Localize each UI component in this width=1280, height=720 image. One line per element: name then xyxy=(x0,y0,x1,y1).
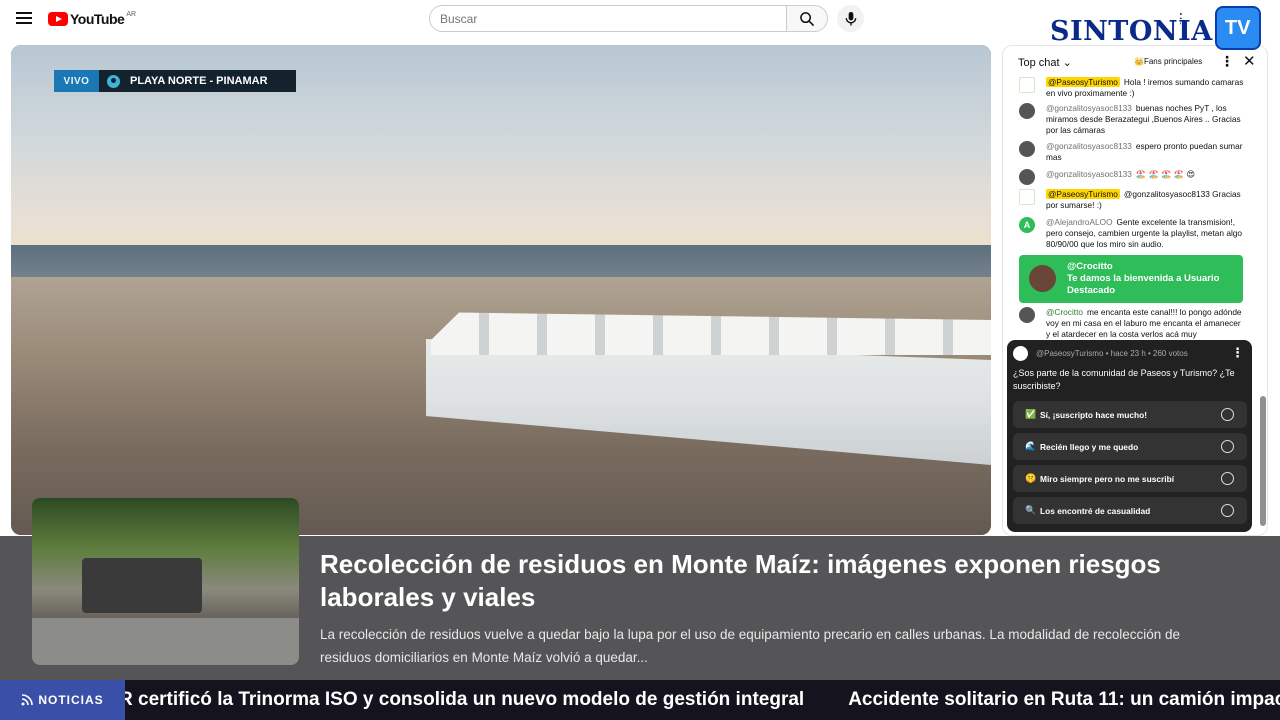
search-icon xyxy=(800,11,815,26)
thumbnail-road xyxy=(32,618,299,665)
thumbnail-cart xyxy=(82,558,202,613)
beach-tents xyxy=(426,285,991,505)
chat-author[interactable]: @PaseosyTurismo xyxy=(1046,189,1120,199)
voice-search-button[interactable] xyxy=(837,5,864,32)
poll-option-label: Los encontré de casualidad xyxy=(1040,505,1151,516)
welcome-text: Te damos la bienvenida a Usuario Destaca… xyxy=(1067,273,1220,296)
chat-message: @Crocitto me encanta este canal!!! lo pon… xyxy=(1019,307,1244,340)
chat-message: @gonzalitosyasoc8133 buenas noches PyT , … xyxy=(1019,103,1244,136)
fans-principales-button[interactable]: 👑Fans principales xyxy=(1134,57,1202,66)
news-thumbnail[interactable] xyxy=(32,498,299,665)
search-input[interactable] xyxy=(429,5,787,32)
tent-roofs xyxy=(431,312,991,355)
poll-card: @PaseosyTurismo • hace 23 h • 260 votos … xyxy=(1007,340,1252,532)
chat-message: A @AlejandroALOO Gente excelente la trans… xyxy=(1019,217,1244,250)
chat-options-icon[interactable]: ⋮ xyxy=(1220,53,1234,70)
ticker-label: NOTICIAS xyxy=(0,680,125,720)
youtube-logo[interactable]: YouTube AR xyxy=(48,11,136,27)
poll-radio[interactable] xyxy=(1221,408,1234,421)
shush-icon: 🤫 xyxy=(1025,473,1037,483)
rss-icon xyxy=(21,694,34,706)
welcome-user[interactable]: @Crocitto xyxy=(1067,261,1243,273)
location-label: PLAYA NORTE - PINAMAR xyxy=(99,70,296,92)
avatar xyxy=(1029,265,1056,292)
poll-meta: @PaseosyTurismo • hace 23 h • 260 votos xyxy=(1036,349,1188,358)
poll-radio[interactable] xyxy=(1221,440,1234,453)
microphone-icon xyxy=(845,11,856,26)
sintonia-tv-logo: SINTONIA TV xyxy=(1050,6,1261,50)
chat-author[interactable]: @Crocitto xyxy=(1046,307,1083,317)
chevron-down-icon: ⌄ xyxy=(1062,56,1072,69)
location-pin-icon xyxy=(107,74,120,88)
chat-author[interactable]: @AlejandroALOO xyxy=(1046,217,1113,227)
chat-text: 🏖️ 🏖️ 🏖️ 🏖️ 😍 xyxy=(1135,169,1196,179)
youtube-region-code: AR xyxy=(126,10,137,18)
youtube-logo-text: YouTube xyxy=(70,11,125,27)
news-ticker: NOTICIAS R certificó la Trinorma ISO y c… xyxy=(0,680,1280,720)
avatar xyxy=(1019,141,1035,157)
check-icon: ✅ xyxy=(1025,409,1037,419)
news-headline[interactable]: Recolección de residuos en Monte Maíz: i… xyxy=(320,548,1220,614)
chat-scrollbar[interactable] xyxy=(1260,396,1266,526)
poll-options-icon[interactable]: ⋮ xyxy=(1231,345,1244,361)
poll-question: ¿Sos parte de la comunidad de Paseos y T… xyxy=(1013,368,1235,391)
video-player[interactable]: VIVO PLAYA NORTE - PINAMAR xyxy=(11,45,991,535)
chat-mode-label: Top chat xyxy=(1018,56,1060,69)
poll-header: @PaseosyTurismo • hace 23 h • 260 votos xyxy=(1013,346,1188,361)
chat-author[interactable]: @gonzalitosyasoc8133 xyxy=(1046,103,1132,113)
avatar xyxy=(1019,169,1035,185)
chat-message: @gonzalitosyasoc8133 🏖️ 🏖️ 🏖️ 🏖️ 😍 xyxy=(1019,169,1244,185)
avatar xyxy=(1019,189,1035,205)
poll-radio[interactable] xyxy=(1221,504,1234,517)
chat-mode-selector[interactable]: Top chat ⌄ xyxy=(1018,56,1072,69)
welcome-banner: @Crocitto Te damos la bienvenida a Usuar… xyxy=(1019,255,1243,303)
avatar: A xyxy=(1019,217,1035,233)
fans-label: Fans principales xyxy=(1143,57,1203,66)
chat-author[interactable]: @PaseosyTurismo xyxy=(1046,77,1120,87)
chat-author[interactable]: @gonzalitosyasoc8133 xyxy=(1046,141,1132,151)
poll-radio[interactable] xyxy=(1221,472,1234,485)
ticker-label-text: NOTICIAS xyxy=(38,693,104,707)
wave-icon: 🌊 xyxy=(1025,441,1037,451)
avatar xyxy=(1019,77,1035,93)
menu-icon[interactable] xyxy=(14,9,34,27)
news-summary: La recolección de residuos vuelve a qued… xyxy=(320,627,1181,665)
chat-message: @PaseosyTurismo Hola ! iremos sumando cam… xyxy=(1019,77,1244,99)
chat-message: @gonzalitosyasoc8133 espero pronto puedan… xyxy=(1019,141,1244,163)
ticker-item[interactable]: Accidente solitario en Ruta 11: un camió… xyxy=(848,689,1280,711)
youtube-play-icon xyxy=(48,12,68,26)
poll-option[interactable]: 🔍 Los encontré de casualidad xyxy=(1013,497,1247,524)
chat-message: @PaseosyTurismo @gonzalitosyasoc8133 Grac… xyxy=(1019,189,1244,211)
magnifier-icon: 🔍 xyxy=(1025,505,1037,515)
poll-option[interactable]: 🤫 Miro siempre pero no me suscribí xyxy=(1013,465,1247,492)
live-location-banner: VIVO PLAYA NORTE - PINAMAR xyxy=(54,70,296,92)
chat-author[interactable]: @gonzalitosyasoc8133 xyxy=(1046,169,1132,179)
ticker-text: R certificó la Trinorma ISO y consolida … xyxy=(125,680,1280,720)
search-button[interactable] xyxy=(786,5,828,32)
poll-option[interactable]: ✅ Sí, ¡suscripto hace mucho! xyxy=(1013,401,1247,428)
live-badge: VIVO xyxy=(54,70,99,92)
avatar xyxy=(1019,307,1035,323)
crown-icon: 👑 xyxy=(1134,57,1144,66)
ticker-item[interactable]: R certificó la Trinorma ISO y consolida … xyxy=(125,689,804,711)
close-icon[interactable]: ✕ xyxy=(1243,52,1256,70)
tv-badge: TV xyxy=(1214,6,1261,50)
channel-avatar xyxy=(1013,346,1028,361)
sintonia-logo-text: SINTONIA xyxy=(1050,15,1213,47)
poll-option-label: Miro siempre pero no me suscribí xyxy=(1040,473,1175,484)
chat-header: Top chat ⌄ 👑Fans principales ⋮ ✕ xyxy=(1003,46,1267,78)
poll-option-label: Recién llego y me quedo xyxy=(1040,441,1139,452)
poll-option[interactable]: 🌊 Recién llego y me quedo xyxy=(1013,433,1247,460)
poll-option-label: Sí, ¡suscripto hace mucho! xyxy=(1040,409,1148,420)
location-text: PLAYA NORTE - PINAMAR xyxy=(130,75,268,87)
avatar xyxy=(1019,103,1035,119)
